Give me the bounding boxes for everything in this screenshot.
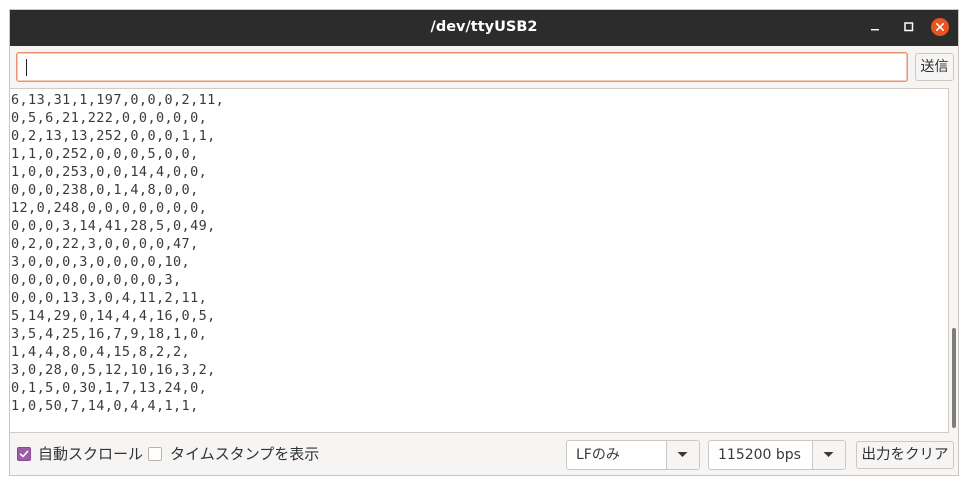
output-line: 0,0,0,3,14,41,28,5,0,49, [11, 218, 216, 234]
output-line: 3,0,0,0,3,0,0,0,0,10, [11, 254, 191, 270]
output-line: 0,5,6,21,222,0,0,0,0,0, [11, 110, 208, 126]
chevron-down-icon [677, 452, 688, 457]
output-line: 1,4,4,8,0,4,15,8,2,2, [11, 344, 191, 360]
serial-monitor-window: /dev/ttyUSB2 送信 6,13,31,1,197,0,0,0,2,11… [9, 9, 959, 476]
autoscroll-checkbox[interactable] [17, 447, 31, 461]
output-line: 0,2,13,13,252,0,0,0,1,1, [11, 128, 216, 144]
send-input[interactable] [16, 52, 908, 82]
output-line: 1,0,0,253,0,0,14,4,0,0, [11, 164, 208, 180]
text-caret [26, 59, 27, 76]
chevron-down-icon [823, 452, 834, 457]
output-line: 6,13,31,1,197,0,0,0,2,11, [11, 92, 225, 108]
output-line: 3,5,4,25,16,7,9,18,1,0, [11, 326, 208, 342]
timestamp-checkbox[interactable] [148, 447, 162, 461]
checkmark-icon [19, 450, 29, 458]
output-line: 0,0,0,13,3,0,4,11,2,11, [11, 290, 208, 306]
output-line: 3,0,28,0,5,12,10,16,3,2, [11, 362, 216, 378]
window-title: /dev/ttyUSB2 [430, 19, 538, 35]
title-bar[interactable]: /dev/ttyUSB2 [10, 10, 958, 46]
serial-output[interactable]: 6,13,31,1,197,0,0,0,2,11, 0,5,6,21,222,0,… [10, 88, 949, 433]
output-line: 12,0,248,0,0,0,0,0,0,0, [11, 200, 208, 216]
output-line: 0,2,0,22,3,0,0,0,0,47, [11, 236, 199, 252]
scrollbar-thumb[interactable] [952, 328, 956, 428]
bottom-toolbar: 自動スクロール タイムスタンプを表示 LFのみ 115200 bps 出力をクリ… [10, 434, 958, 475]
output-line: 0,0,0,238,0,1,4,8,0,0, [11, 182, 199, 198]
send-button[interactable]: 送信 [915, 53, 954, 81]
line-ending-value: LFのみ [576, 447, 620, 463]
baud-rate-select[interactable]: 115200 bps [708, 440, 846, 470]
maximize-icon [904, 22, 914, 32]
close-icon [931, 18, 949, 36]
minimize-icon [871, 29, 879, 31]
maximize-button[interactable] [900, 18, 918, 36]
minimize-button[interactable] [866, 18, 884, 36]
output-line: 1,0,50,7,14,0,4,4,1,1, [11, 398, 199, 414]
output-line: 5,14,29,0,14,4,4,16,0,5, [11, 308, 216, 324]
close-button[interactable] [931, 18, 949, 36]
clear-output-button[interactable]: 出力をクリア [856, 441, 954, 469]
vertical-scrollbar[interactable] [949, 88, 958, 433]
output-lines: 6,13,31,1,197,0,0,0,2,11, 0,5,6,21,222,0,… [11, 91, 224, 415]
line-ending-select[interactable]: LFのみ [566, 440, 700, 470]
output-line: 0,1,5,0,30,1,7,13,24,0, [11, 380, 208, 396]
line-ending-dropdown-button[interactable] [666, 441, 699, 469]
baud-rate-dropdown-button[interactable] [812, 441, 845, 469]
autoscroll-label[interactable]: 自動スクロール [38, 444, 143, 464]
timestamp-label[interactable]: タイムスタンプを表示 [170, 444, 319, 464]
output-line: 1,1,0,252,0,0,0,5,0,0, [11, 146, 199, 162]
output-line: 0,0,0,0,0,0,0,0,0,3, [11, 272, 182, 288]
baud-rate-value: 115200 bps [718, 447, 801, 463]
